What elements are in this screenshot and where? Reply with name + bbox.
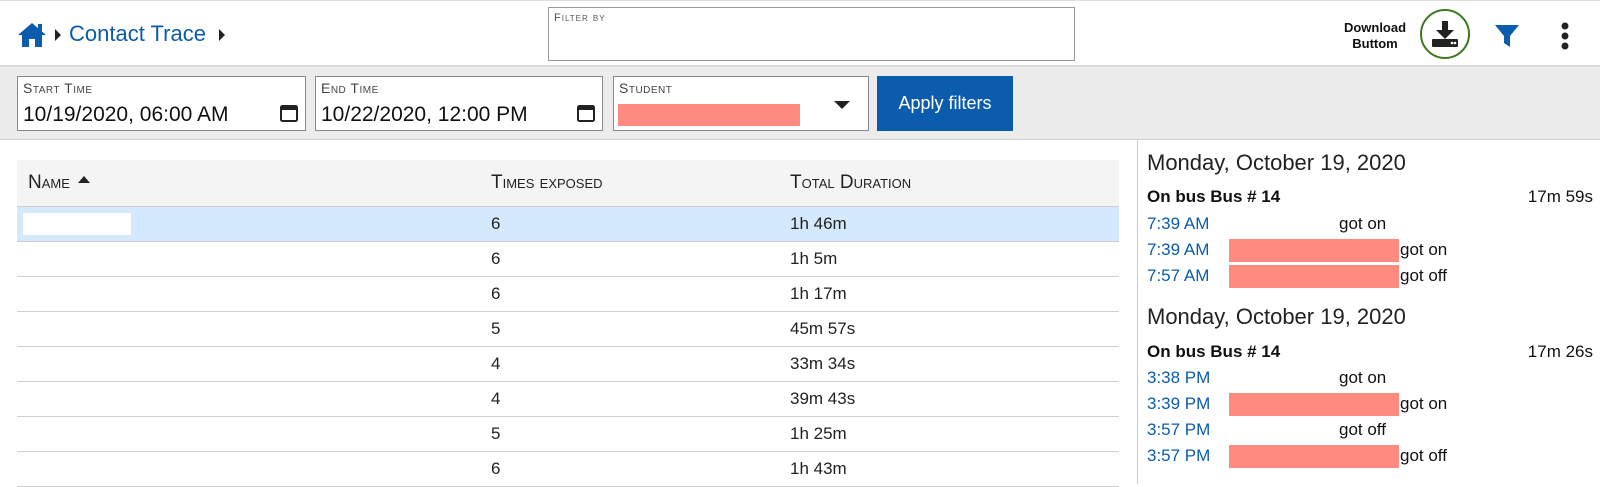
student-select[interactable]: Student [613, 76, 869, 131]
total-duration-cell: 1h 17m [790, 284, 847, 303]
student-label: Student [619, 80, 673, 96]
exposure-detail-panel: Monday, October 19, 2020 On bus Bus # 14… [1147, 140, 1593, 484]
sort-ascending-icon [77, 176, 90, 184]
table-row[interactable]: 4 39m 43s [17, 382, 1119, 417]
home-icon[interactable] [17, 21, 47, 49]
panel-divider [1137, 140, 1138, 484]
table-row[interactable]: 6 1h 5m [17, 242, 1119, 277]
name-header-label: Name [28, 172, 70, 193]
bus-duration: 17m 59s [1527, 187, 1593, 206]
table-row[interactable]: 4 33m 34s [17, 347, 1119, 382]
total-duration-cell: 33m 34s [790, 354, 856, 373]
times-exposed-cell: 4 [491, 354, 501, 373]
more-options-icon[interactable] [1560, 21, 1570, 51]
breadcrumb-separator-icon [219, 29, 225, 41]
top-bar: Contact Trace Filter by Download Buttom [0, 0, 1600, 67]
bus-label: On bus Bus # 14 [1147, 187, 1281, 206]
day-heading: Monday, October 19, 2020 [1147, 304, 1406, 329]
event-time-link[interactable]: 7:39 AM [1147, 214, 1209, 234]
event-time-link[interactable]: 7:39 AM [1147, 240, 1209, 260]
event-action: got off [1400, 266, 1447, 285]
event-time-link[interactable]: 7:57 AM [1147, 266, 1209, 286]
redacted-student-name [1229, 393, 1399, 416]
table-header: Name Times exposed Total Duration [17, 160, 1119, 207]
redacted-name [23, 213, 131, 235]
total-duration-cell: 1h 46m [790, 214, 847, 233]
download-label: Download Buttom [1343, 20, 1407, 51]
breadcrumb-separator-icon [55, 29, 61, 41]
start-time-field[interactable]: Start Time 10/19/2020, 06:00 AM [17, 76, 306, 131]
total-duration-cell: 1h 25m [790, 424, 847, 443]
total-duration-cell: 1h 5m [790, 249, 838, 268]
apply-filters-button[interactable]: Apply filters [877, 76, 1013, 131]
redacted-student-name [1229, 445, 1399, 468]
filter-by-input[interactable]: Filter by [548, 7, 1075, 61]
chevron-down-icon [834, 101, 850, 109]
table-row[interactable]: 6 1h 43m [17, 452, 1119, 487]
times-exposed-cell: 6 [491, 284, 501, 303]
event-action: got on [1400, 394, 1448, 413]
end-time-value: 10/22/2020, 12:00 PM [321, 103, 528, 126]
bus-label: On bus Bus # 14 [1147, 342, 1281, 361]
event-time-link[interactable]: 3:39 PM [1147, 394, 1210, 414]
end-time-field[interactable]: End Time 10/22/2020, 12:00 PM [315, 76, 603, 131]
end-time-label: End Time [321, 80, 379, 96]
filter-row: Start Time 10/19/2020, 06:00 AM End Time… [0, 67, 1600, 140]
column-header-total-duration[interactable]: Total Duration [790, 172, 911, 194]
event-action: got off [1339, 420, 1386, 439]
redacted-student-name [1229, 265, 1399, 288]
day-heading: Monday, October 19, 2020 [1147, 150, 1406, 175]
redacted-student-name [618, 104, 800, 126]
start-time-label: Start Time [23, 80, 93, 96]
times-exposed-cell: 6 [491, 459, 501, 478]
redacted-student-name [1229, 239, 1399, 262]
table-row[interactable]: 6 1h 46m [17, 207, 1119, 242]
event-time-link[interactable]: 3:57 PM [1147, 446, 1210, 466]
times-exposed-cell: 4 [491, 389, 501, 408]
bus-duration: 17m 26s [1527, 342, 1593, 361]
start-time-value: 10/19/2020, 06:00 AM [23, 103, 229, 126]
times-exposed-cell: 5 [491, 319, 501, 338]
calendar-icon[interactable] [279, 103, 299, 123]
event-time-link[interactable]: 3:38 PM [1147, 368, 1210, 388]
total-duration-cell: 45m 57s [790, 319, 856, 338]
event-action: got on [1400, 240, 1448, 259]
filter-funnel-icon[interactable] [1494, 23, 1520, 49]
total-duration-cell: 39m 43s [790, 389, 856, 408]
total-duration-cell: 1h 43m [790, 459, 847, 478]
table-row[interactable]: 5 1h 25m [17, 417, 1119, 452]
event-action: got off [1400, 446, 1447, 465]
event-action: got on [1339, 368, 1387, 387]
times-exposed-cell: 6 [491, 214, 501, 233]
calendar-icon[interactable] [576, 103, 596, 123]
table-row[interactable]: 6 1h 17m [17, 277, 1119, 312]
exposure-table: Name Times exposed Total Duration 6 1h 4… [17, 160, 1119, 487]
download-button[interactable] [1420, 9, 1470, 59]
download-icon [1432, 21, 1458, 47]
times-exposed-cell: 6 [491, 249, 501, 268]
event-action: got on [1339, 214, 1387, 233]
column-header-times-exposed[interactable]: Times exposed [491, 172, 603, 194]
filter-by-label: Filter by [554, 12, 606, 24]
breadcrumb-contact-trace[interactable]: Contact Trace [69, 21, 206, 47]
column-header-name[interactable]: Name [28, 172, 90, 194]
event-time-link[interactable]: 3:57 PM [1147, 420, 1210, 440]
table-row[interactable]: 5 45m 57s [17, 312, 1119, 347]
times-exposed-cell: 5 [491, 424, 501, 443]
